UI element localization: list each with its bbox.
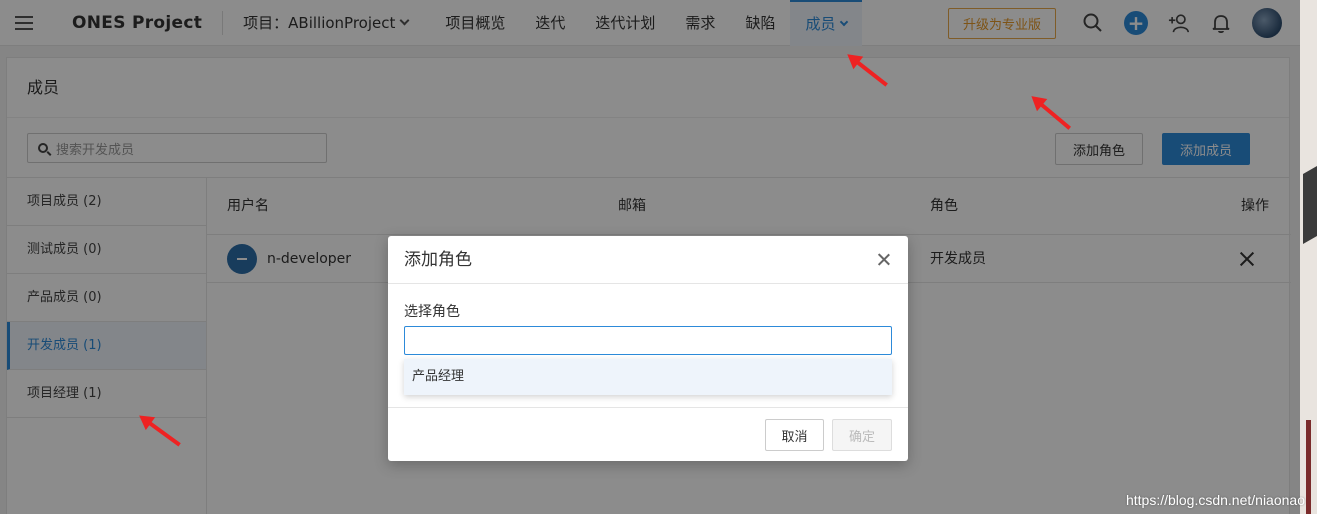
confirm-button[interactable]: 确定 <box>832 419 892 451</box>
watermark: https://blog.csdn.net/niaonao <box>1125 492 1305 508</box>
add-role-dialog: 添加角色 选择角色 产品经理 取消 确定 <box>388 236 908 461</box>
close-icon[interactable] <box>877 253 890 266</box>
dialog-footer: 取消 确定 <box>388 407 908 461</box>
role-dropdown: 产品经理 <box>404 359 892 395</box>
background-window-edge <box>1300 0 1317 514</box>
dropdown-option-product-manager[interactable]: 产品经理 <box>404 359 892 395</box>
dialog-header: 添加角色 <box>388 236 908 284</box>
dialog-title: 添加角色 <box>404 250 472 270</box>
select-role-label: 选择角色 <box>404 304 460 320</box>
select-role-input[interactable] <box>404 326 892 355</box>
cancel-button[interactable]: 取消 <box>765 419 824 451</box>
